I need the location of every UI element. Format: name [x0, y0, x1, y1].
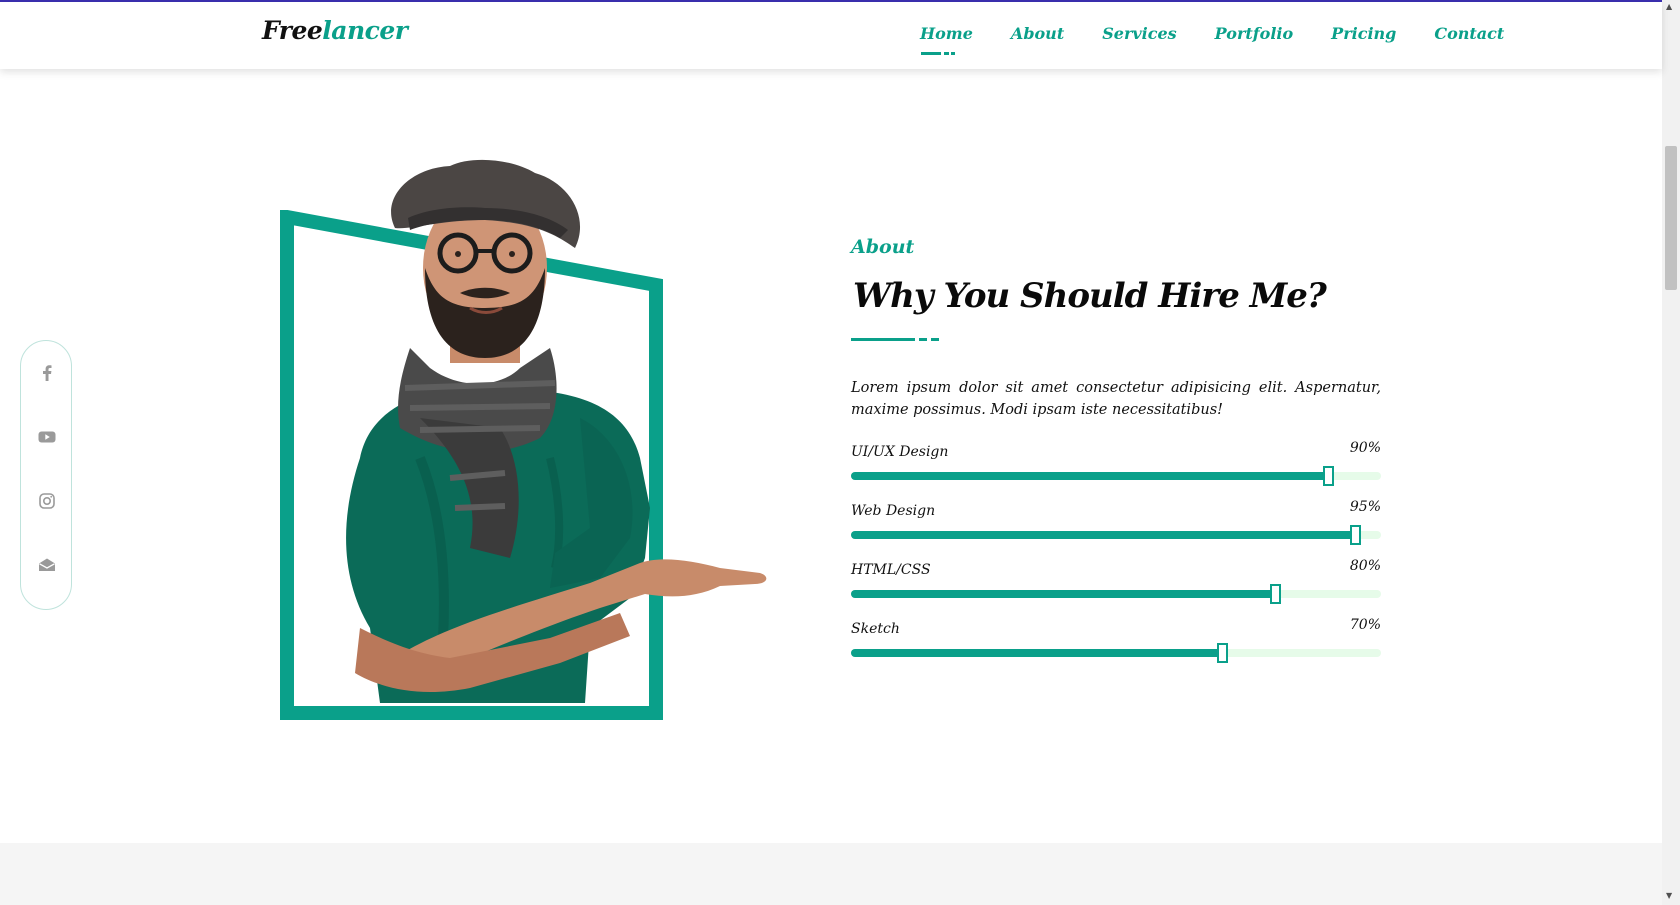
skill-percent: 70%: [1349, 617, 1381, 633]
skill-handle[interactable]: [1217, 643, 1228, 663]
skill-track: [851, 525, 1381, 545]
skill-fill: [851, 472, 1328, 480]
skill-uiux: UI/UX Design 90%: [851, 440, 1381, 490]
skill-name: HTML/CSS: [851, 562, 931, 578]
skill-fill: [851, 531, 1355, 539]
nav-services-label: Services: [1102, 24, 1177, 43]
nav-contact-label: Contact: [1434, 24, 1505, 43]
nav-pricing[interactable]: Pricing: [1331, 24, 1396, 43]
skill-handle[interactable]: [1270, 584, 1281, 604]
scroll-up-icon[interactable]: ▲: [1666, 2, 1672, 11]
section-label: About: [851, 236, 915, 258]
nav-portfolio[interactable]: Portfolio: [1215, 24, 1293, 43]
skill-fill: [851, 649, 1222, 657]
skill-track: [851, 584, 1381, 604]
skill-webdesign: Web Design 95%: [851, 499, 1381, 549]
skill-name: UI/UX Design: [851, 444, 949, 460]
logo-part2: lancer: [322, 16, 408, 45]
skill-handle[interactable]: [1349, 525, 1361, 545]
nav-active-underline: [921, 52, 955, 55]
nav-services[interactable]: Services: [1102, 24, 1176, 43]
section-heading: Why You Should Hire Me?: [853, 276, 1327, 316]
skill-track: [851, 643, 1381, 663]
skill-sketch: Sketch 70%: [851, 617, 1381, 667]
skill-percent: 90%: [1349, 440, 1381, 456]
skill-name: Sketch: [851, 621, 900, 637]
scrollbar-thumb[interactable]: [1665, 146, 1677, 290]
nav-portfolio-label: Portfolio: [1214, 24, 1294, 43]
skill-name: Web Design: [851, 503, 936, 519]
skill-htmlcss: HTML/CSS 80%: [851, 558, 1381, 608]
instagram-icon[interactable]: [37, 491, 57, 511]
mail-icon[interactable]: [37, 555, 57, 575]
skill-percent: 80%: [1349, 558, 1381, 574]
next-section-band: [0, 843, 1662, 905]
nav-pricing-label: Pricing: [1331, 24, 1397, 43]
person-photo: [346, 159, 767, 703]
logo[interactable]: Freelancer: [262, 16, 408, 45]
main-nav: Home About Services Portfolio Pricing Co…: [920, 24, 1504, 55]
page-scrollbar[interactable]: [1662, 0, 1680, 905]
nav-about[interactable]: About: [1011, 24, 1064, 43]
skill-percent: 95%: [1349, 499, 1381, 515]
heading-underline: [851, 338, 941, 341]
site-header: Freelancer Home About Services Portfolio…: [0, 2, 1662, 69]
scroll-down-icon[interactable]: ▼: [1666, 891, 1672, 900]
youtube-icon[interactable]: [37, 427, 57, 447]
nav-home[interactable]: Home: [920, 24, 973, 55]
skill-track: [851, 466, 1381, 486]
nav-home-label: Home: [920, 24, 973, 43]
nav-contact[interactable]: Contact: [1434, 24, 1504, 43]
nav-about-label: About: [1010, 24, 1065, 43]
facebook-icon[interactable]: [37, 363, 57, 383]
skill-handle[interactable]: [1323, 466, 1334, 486]
social-sidebar: [20, 340, 72, 610]
logo-part1: Free: [262, 16, 323, 45]
skill-fill: [851, 590, 1275, 598]
section-description: Lorem ipsum dolor sit amet consectetur a…: [851, 380, 1381, 418]
